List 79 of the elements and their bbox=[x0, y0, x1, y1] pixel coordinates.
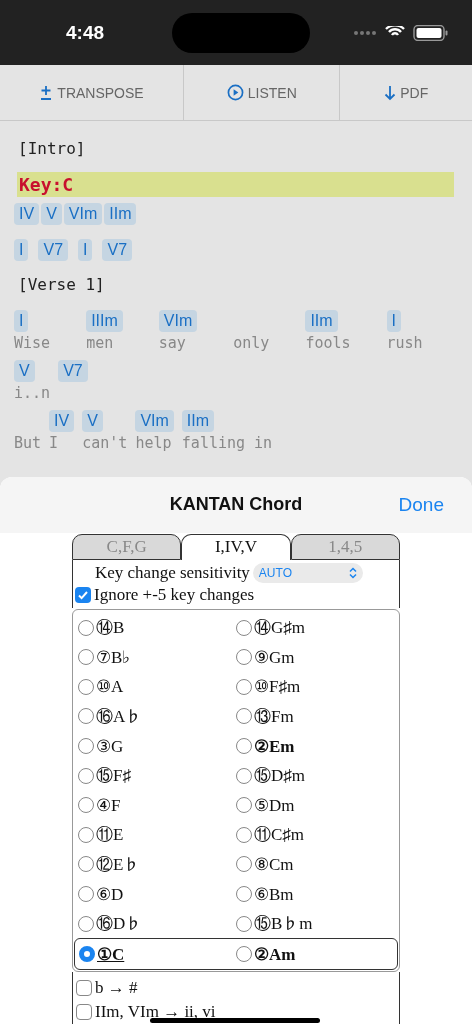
chord-tag[interactable]: V bbox=[41, 203, 62, 225]
tab[interactable]: 1,4,5 bbox=[290, 533, 400, 560]
key-option[interactable]: ⑩F♯m bbox=[254, 676, 301, 698]
lyric-text: falling in bbox=[181, 434, 273, 452]
key-option[interactable]: ⑭B bbox=[96, 616, 125, 640]
chord-tag[interactable]: I bbox=[14, 310, 29, 332]
section-label: [Verse 1] bbox=[18, 275, 106, 294]
key-option[interactable]: ⑪C♯m bbox=[254, 823, 305, 847]
key-option[interactable]: ⑮B♭m bbox=[254, 912, 313, 936]
key-option[interactable]: ⑨Gm bbox=[254, 646, 295, 668]
key-option[interactable]: ⑤Dm bbox=[254, 794, 295, 816]
lyric-text: only bbox=[233, 334, 270, 352]
key-option[interactable]: ②Em bbox=[254, 735, 295, 757]
tab[interactable]: C,F,G bbox=[72, 533, 182, 560]
chord-tag[interactable]: IIm bbox=[104, 203, 137, 225]
battery-icon bbox=[413, 24, 448, 41]
key-option[interactable]: ②Am bbox=[254, 943, 296, 965]
chevron-up-down-icon bbox=[348, 566, 357, 579]
key-option[interactable]: ⑪E bbox=[96, 823, 124, 847]
checkbox[interactable] bbox=[76, 1004, 92, 1020]
chord-tag[interactable]: V7 bbox=[102, 239, 133, 261]
lyric-text: But bbox=[14, 434, 42, 452]
key-option[interactable]: ⑯A♭ bbox=[96, 704, 143, 728]
key-option[interactable]: ⑬Fm bbox=[254, 704, 294, 728]
chord-tag[interactable]: VIm bbox=[135, 410, 174, 432]
key-option[interactable]: ③G bbox=[96, 735, 124, 757]
key-option[interactable]: ⑫E♭ bbox=[96, 852, 141, 876]
signal-icon bbox=[353, 29, 377, 36]
chord-tag[interactable]: VIm bbox=[158, 310, 198, 332]
lyric-text: can't bbox=[82, 434, 128, 452]
chord-tag[interactable]: VIm bbox=[63, 203, 103, 225]
checkbox-label: Ignore +-5 key changes bbox=[94, 584, 255, 605]
clock: 4:48 bbox=[66, 21, 105, 44]
chord-tag[interactable]: I bbox=[78, 239, 93, 261]
chord-tag[interactable]: IIm bbox=[305, 310, 338, 332]
down-arrow-icon bbox=[384, 84, 397, 101]
sensitivity-select[interactable]: AUTO bbox=[252, 562, 363, 583]
key-option[interactable]: ⑦B♭ bbox=[96, 646, 131, 668]
play-icon bbox=[226, 84, 244, 101]
radio-button[interactable] bbox=[79, 946, 95, 963]
lyric-text: help bbox=[135, 434, 172, 452]
key-option[interactable]: ⑮F♯ bbox=[96, 764, 131, 788]
key-option[interactable]: ⑮D♯m bbox=[254, 764, 305, 788]
sensitivity-label: Key change sensitivity bbox=[95, 562, 250, 583]
chord-tag[interactable]: I bbox=[386, 310, 401, 332]
chord-tag[interactable]: IV bbox=[49, 410, 75, 432]
key-option[interactable]: ①C bbox=[97, 943, 125, 965]
done-button[interactable]: Done bbox=[392, 492, 450, 517]
plus-minus-icon bbox=[39, 84, 54, 101]
chord-tag[interactable]: I bbox=[14, 239, 29, 261]
checkbox[interactable] bbox=[76, 980, 92, 996]
key-option[interactable]: ⑯D♭ bbox=[96, 912, 143, 936]
checkbox-label: IIm, VIm → ii, vi bbox=[95, 1002, 216, 1022]
lyric-text: i..n bbox=[14, 384, 51, 402]
sheet-title: KANTAN Chord bbox=[169, 494, 303, 516]
key-option[interactable]: ⑥Bm bbox=[254, 883, 294, 905]
chord-tag[interactable]: IIIm bbox=[86, 310, 123, 332]
lyric-text: fools bbox=[305, 334, 351, 352]
key-option[interactable]: ⑩A bbox=[96, 676, 124, 698]
key-label: Key:C bbox=[17, 172, 454, 197]
key-option[interactable]: ⑥D bbox=[96, 883, 124, 905]
chord-tag[interactable]: V bbox=[14, 360, 35, 382]
lyric-text: Wise bbox=[14, 334, 51, 352]
key-option[interactable]: ⑧Cm bbox=[254, 853, 294, 875]
lyric-text: men bbox=[86, 334, 114, 352]
chord-tag[interactable]: IV bbox=[14, 203, 40, 225]
chord-tag[interactable]: IIm bbox=[181, 410, 215, 432]
key-option[interactable]: ⑭G♯m bbox=[254, 616, 305, 640]
section-label: [Intro] bbox=[18, 139, 87, 158]
chord-tag[interactable]: V7 bbox=[38, 239, 69, 261]
chord-tag[interactable]: V7 bbox=[58, 360, 88, 382]
lyric-text: say bbox=[158, 334, 186, 352]
lyric-text: rush bbox=[386, 334, 423, 352]
chord-tag[interactable]: V bbox=[82, 410, 103, 432]
lyric-text: I bbox=[49, 434, 59, 452]
tab[interactable]: I,IV,V bbox=[181, 533, 291, 560]
key-option[interactable]: ④F bbox=[96, 794, 121, 816]
checkbox[interactable] bbox=[75, 586, 91, 603]
checkbox-label: b → # bbox=[95, 978, 138, 998]
